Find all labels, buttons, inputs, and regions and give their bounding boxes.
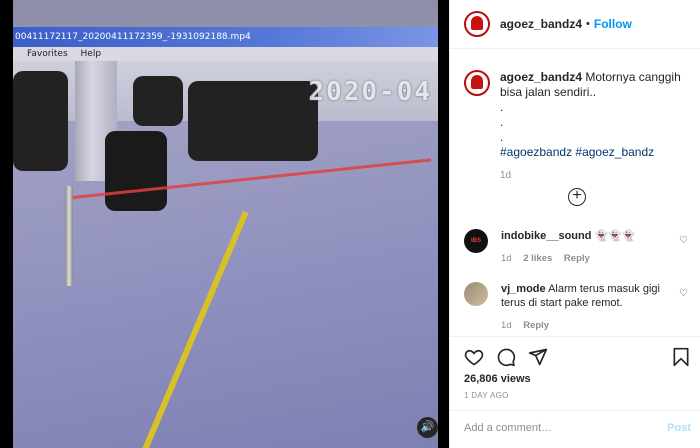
action-bar: 26,806 views 1 DAY AGO	[450, 336, 700, 400]
separator-dot: •	[586, 18, 590, 30]
comment-item: IBS indobike__sound 👻👻👻 1d 2 likes Reply…	[464, 229, 694, 266]
caption-text: agoez_bandz4 Motornya canggih bisa jalan…	[500, 70, 694, 183]
menu-favorites: Favorites	[27, 49, 68, 59]
avatar[interactable]	[464, 11, 490, 37]
caption-dot: .	[500, 115, 504, 129]
heart-icon[interactable]	[464, 347, 484, 367]
comment-icon[interactable]	[496, 347, 516, 367]
cctv-scene: 2020-04	[13, 61, 438, 448]
parked-motorcycles-left	[13, 71, 68, 171]
comment-username[interactable]: vj_mode	[501, 283, 546, 295]
moving-motorcycle	[105, 131, 167, 211]
post-media[interactable]: 00411172117_20200411172359_-1931092188.m…	[0, 0, 449, 448]
menu-help: Help	[80, 49, 102, 59]
parked-motorcycles-row	[188, 81, 318, 161]
header-username[interactable]: agoez_bandz4	[500, 17, 582, 31]
caption: agoez_bandz4 Motornya canggih bisa jalan…	[464, 70, 694, 183]
comment-username[interactable]: indobike__sound	[501, 230, 591, 242]
post-button[interactable]: Post	[667, 422, 691, 434]
player-window-title: 00411172117_20200411172359_-1931092188.m…	[13, 27, 438, 47]
comment-text: 👻👻👻	[594, 230, 636, 242]
commenter-avatar[interactable]: IBS	[464, 229, 488, 253]
caption-avatar[interactable]	[464, 70, 490, 96]
video-player[interactable]: 00411172117_20200411172359_-1931092188.m…	[13, 0, 438, 448]
parked-motorcycle	[133, 76, 183, 126]
post-header: agoez_bandz4 • Follow	[450, 0, 700, 49]
post-date: 1 DAY AGO	[464, 391, 509, 400]
comment-input[interactable]	[464, 422, 644, 434]
share-icon[interactable]	[528, 347, 548, 367]
comment-item: vj_mode Alarm terus masuk gigi terus di …	[464, 282, 694, 333]
comment-age: 1d	[501, 320, 512, 331]
rope-post	[65, 186, 73, 286]
post-panel: agoez_bandz4 • Follow agoez_bandz4 Motor…	[449, 0, 700, 448]
caption-dot: .	[500, 130, 504, 144]
comment-age: 1d	[501, 253, 512, 264]
bookmark-icon[interactable]	[671, 347, 691, 367]
comment-likes[interactable]: 2 likes	[523, 253, 552, 264]
reply-button[interactable]: Reply	[523, 320, 549, 331]
reply-button[interactable]: Reply	[564, 253, 590, 264]
follow-button[interactable]: Follow	[594, 17, 632, 31]
caption-age: 1d	[500, 170, 512, 181]
heart-icon[interactable]: ♡	[679, 235, 688, 246]
add-comment-bar: Post	[450, 410, 700, 448]
view-count[interactable]: 26,806 views	[464, 373, 531, 385]
heart-icon[interactable]: ♡	[679, 288, 688, 299]
speaker-icon[interactable]: 🔊	[417, 417, 438, 438]
caption-dot: .	[500, 100, 504, 114]
commenter-avatar[interactable]	[464, 282, 488, 306]
caption-username[interactable]: agoez_bandz4	[500, 70, 582, 84]
timestamp-overlay: 2020-04	[308, 77, 432, 107]
player-menubar: Favorites Help	[13, 47, 438, 61]
caption-hashtags[interactable]: #agoezbandz #agoez_bandz	[500, 145, 654, 159]
plus-circle-icon[interactable]: +	[568, 188, 586, 206]
